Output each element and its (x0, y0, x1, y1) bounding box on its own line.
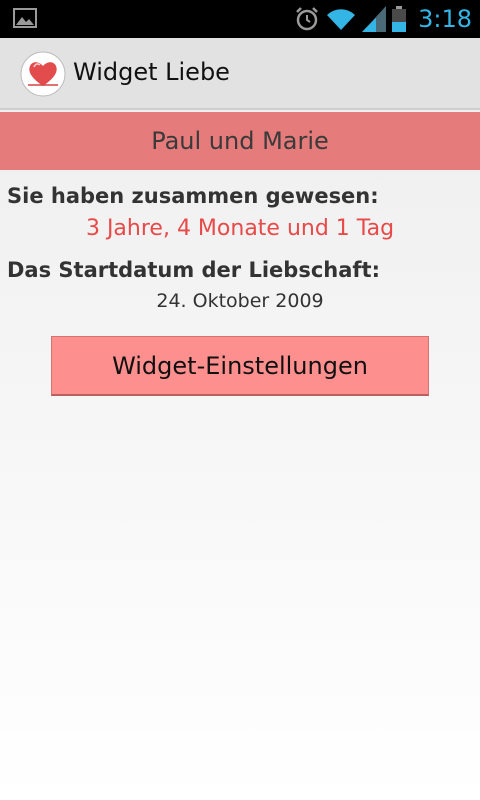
start-date-label: Das Startdatum der Liebschaft: (7, 258, 380, 282)
app-title: Widget Liebe (73, 58, 230, 86)
wifi-icon (327, 9, 356, 30)
battery-icon (392, 6, 407, 32)
alarm-icon (296, 7, 318, 31)
together-label: Sie haben zusammen gewesen: (7, 184, 379, 208)
status-bar: 3:18 (0, 0, 480, 38)
clock: 3:18 (418, 5, 472, 33)
widget-settings-button[interactable]: Widget-Einstellungen (51, 336, 429, 396)
signal-icon (362, 6, 387, 32)
gallery-notification-icon (13, 8, 37, 28)
action-bar: Widget Liebe (0, 38, 480, 110)
together-value: 3 Jahre, 4 Monate und 1 Tag (85, 216, 395, 241)
content-area (0, 110, 480, 800)
names-banner: Paul und Marie (0, 112, 480, 170)
start-date-value: 24. Oktober 2009 (156, 290, 324, 312)
heart-icon[interactable] (20, 51, 66, 97)
